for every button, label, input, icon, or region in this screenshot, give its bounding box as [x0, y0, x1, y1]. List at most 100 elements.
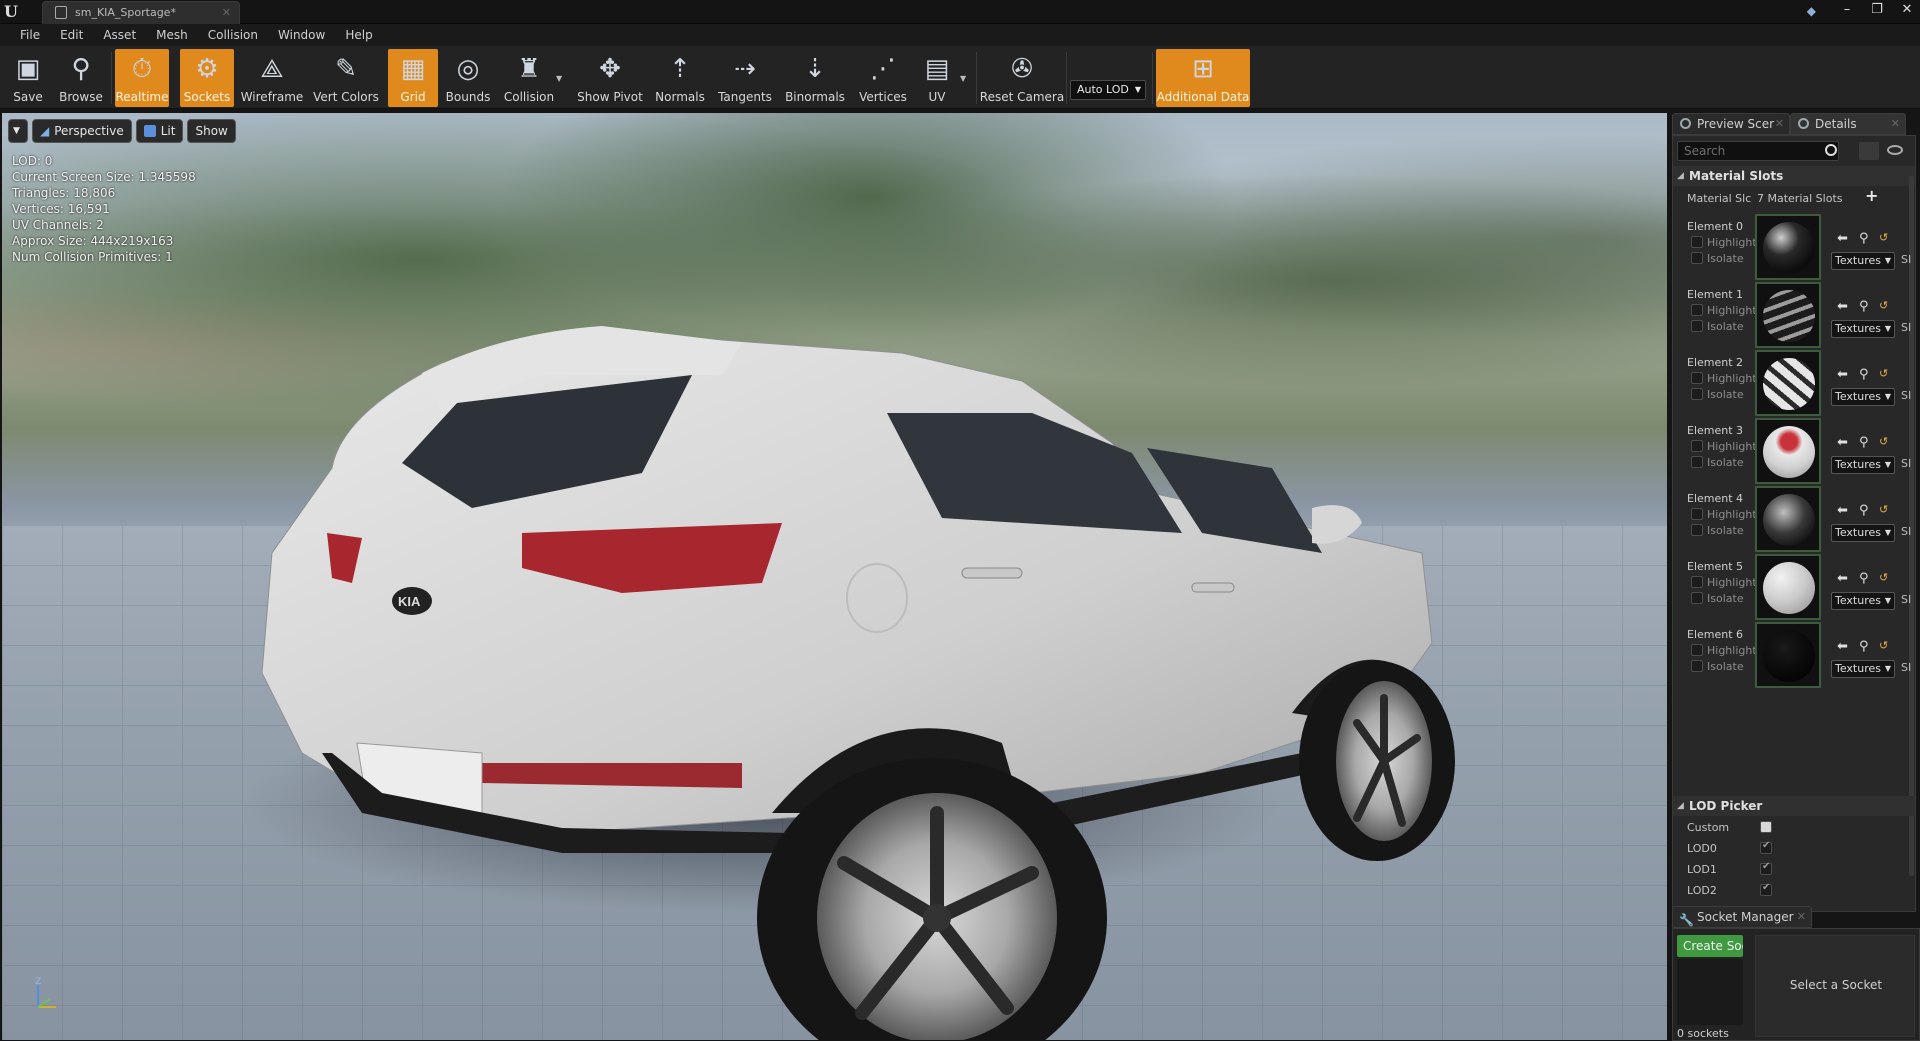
- lod2-checkbox[interactable]: ✔: [1760, 882, 1772, 896]
- auto-lod-dropdown[interactable]: Auto LOD ▼: [1070, 80, 1146, 100]
- close-tab-icon[interactable]: ✕: [1891, 114, 1900, 134]
- textures-dropdown[interactable]: Textures ▼: [1831, 524, 1895, 542]
- reset-arrow-icon[interactable]: ↺: [1879, 435, 1888, 448]
- realtime-button[interactable]: ⏱ Realtime: [115, 49, 169, 107]
- menu-edit[interactable]: Edit: [50, 24, 93, 46]
- viewport-options-dropdown[interactable]: ▼: [8, 119, 28, 143]
- textures-dropdown[interactable]: Textures ▼: [1831, 456, 1895, 474]
- use-selected-arrow-icon[interactable]: ⬅: [1837, 571, 1848, 586]
- material-thumbnail[interactable]: [1755, 350, 1821, 416]
- use-selected-arrow-icon[interactable]: ⬅: [1837, 299, 1848, 314]
- browse-search-icon[interactable]: ⚲: [1859, 571, 1869, 586]
- menu-file[interactable]: File: [10, 24, 50, 46]
- isolate-checkbox[interactable]: [1691, 320, 1703, 332]
- custom-lod-checkbox[interactable]: [1760, 821, 1772, 833]
- collision-button[interactable]: ♜ Collision: [500, 49, 558, 107]
- normals-button[interactable]: ⇡ Normals: [652, 49, 708, 107]
- reset-arrow-icon[interactable]: ↺: [1879, 503, 1888, 516]
- use-selected-arrow-icon[interactable]: ⬅: [1837, 231, 1848, 246]
- isolate-checkbox[interactable]: [1691, 660, 1703, 672]
- menu-window[interactable]: Window: [268, 24, 335, 46]
- additional-data-button[interactable]: ⊞ Additional Data: [1156, 49, 1250, 107]
- menu-collision[interactable]: Collision: [198, 24, 268, 46]
- material-thumbnail[interactable]: [1755, 622, 1821, 688]
- browse-search-icon[interactable]: ⚲: [1859, 639, 1869, 654]
- sockets-button[interactable]: ⚙ Sockets: [180, 49, 234, 107]
- menu-help[interactable]: Help: [335, 24, 382, 46]
- isolate-checkbox[interactable]: [1691, 388, 1703, 400]
- material-thumbnail[interactable]: [1755, 486, 1821, 552]
- textures-dropdown[interactable]: Textures ▼: [1831, 660, 1895, 678]
- binormals-button[interactable]: ⇣ Binormals: [782, 49, 848, 107]
- isolate-checkbox[interactable]: [1691, 592, 1703, 604]
- restore-icon[interactable]: ❐: [1870, 2, 1884, 17]
- mesh-viewport[interactable]: KIA ▼ ◢ Perspective Lit Show LOD: 0 Curr…: [2, 113, 1667, 1040]
- tab-socket-manager[interactable]: 🔧 Socket Manager ✕: [1672, 906, 1812, 928]
- use-selected-arrow-icon[interactable]: ⬅: [1837, 503, 1848, 518]
- tab-preview-scene[interactable]: Preview Scer ✕: [1672, 113, 1790, 135]
- textures-dropdown[interactable]: Textures ▼: [1831, 252, 1895, 270]
- close-tab-icon[interactable]: ✕: [1797, 907, 1806, 927]
- reset-arrow-icon[interactable]: ↺: [1879, 571, 1888, 584]
- add-material-slot-icon[interactable]: +: [1865, 186, 1878, 205]
- use-selected-arrow-icon[interactable]: ⬅: [1837, 367, 1848, 382]
- browse-search-icon[interactable]: ⚲: [1859, 367, 1869, 382]
- search-input[interactable]: Search: [1677, 141, 1839, 161]
- highlight-checkbox[interactable]: [1691, 644, 1703, 656]
- isolate-checkbox[interactable]: [1691, 252, 1703, 264]
- textures-dropdown[interactable]: Textures ▼: [1831, 388, 1895, 406]
- highlight-checkbox[interactable]: [1691, 508, 1703, 520]
- notification-icon[interactable]: ◆: [1807, 4, 1816, 18]
- material-thumbnail[interactable]: [1755, 554, 1821, 620]
- use-selected-arrow-icon[interactable]: ⬅: [1837, 639, 1848, 654]
- browse-search-icon[interactable]: ⚲: [1859, 299, 1869, 314]
- vert-colors-button[interactable]: ✎ Vert Colors: [312, 49, 380, 107]
- show-pivot-button[interactable]: ✥ Show Pivot: [576, 49, 644, 107]
- browse-search-icon[interactable]: ⚲: [1859, 503, 1869, 518]
- create-socket-button[interactable]: Create Socket: [1677, 935, 1743, 957]
- browse-search-icon[interactable]: ⚲: [1859, 435, 1869, 450]
- textures-dropdown[interactable]: Textures ▼: [1831, 592, 1895, 610]
- document-tab[interactable]: sm_KIA_Sportage* ✕: [42, 1, 240, 24]
- material-thumbnail[interactable]: [1755, 214, 1821, 280]
- lit-button[interactable]: Lit: [135, 119, 184, 143]
- uv-button[interactable]: ▤ UV: [916, 49, 958, 107]
- bounds-button[interactable]: ◎ Bounds: [443, 49, 493, 107]
- view-options-icon[interactable]: [1859, 142, 1879, 160]
- browse-search-icon[interactable]: ⚲: [1859, 231, 1869, 246]
- tab-details[interactable]: Details ✕: [1790, 113, 1906, 135]
- use-selected-arrow-icon[interactable]: ⬅: [1837, 435, 1848, 450]
- menu-asset[interactable]: Asset: [93, 24, 146, 46]
- lod-picker-header[interactable]: ◢ LOD Picker: [1673, 796, 1915, 816]
- close-tab-icon[interactable]: ✕: [222, 6, 231, 19]
- tangents-button[interactable]: ⇢ Tangents: [715, 49, 775, 107]
- close-window-icon[interactable]: ✕: [1900, 2, 1914, 17]
- show-button[interactable]: Show: [187, 119, 236, 143]
- highlight-checkbox[interactable]: [1691, 372, 1703, 384]
- vertices-button[interactable]: ⋰ Vertices: [855, 49, 911, 107]
- browse-button[interactable]: ⚲ Browse: [56, 49, 106, 107]
- reset-arrow-icon[interactable]: ↺: [1879, 367, 1888, 380]
- material-thumbnail[interactable]: [1755, 282, 1821, 348]
- isolate-checkbox[interactable]: [1691, 456, 1703, 468]
- highlight-checkbox[interactable]: [1691, 304, 1703, 316]
- grid-button[interactable]: ▦ Grid: [388, 49, 438, 107]
- close-tab-icon[interactable]: ✕: [1775, 114, 1784, 134]
- lod1-checkbox[interactable]: ✔: [1760, 861, 1772, 875]
- highlight-checkbox[interactable]: [1691, 440, 1703, 452]
- material-thumbnail[interactable]: [1755, 418, 1821, 484]
- reset-arrow-icon[interactable]: ↺: [1879, 639, 1888, 652]
- textures-dropdown[interactable]: Textures ▼: [1831, 320, 1895, 338]
- highlight-checkbox[interactable]: [1691, 236, 1703, 248]
- reset-camera-button[interactable]: ✇ Reset Camera: [980, 49, 1064, 107]
- isolate-checkbox[interactable]: [1691, 524, 1703, 536]
- uv-dropdown-icon[interactable]: ▼: [960, 74, 966, 83]
- lod0-checkbox[interactable]: ✔: [1760, 840, 1772, 854]
- save-button[interactable]: ▣ Save: [6, 49, 50, 107]
- reset-arrow-icon[interactable]: ↺: [1879, 231, 1888, 244]
- minimize-icon[interactable]: –: [1840, 2, 1854, 17]
- eye-icon[interactable]: [1887, 145, 1903, 155]
- socket-list[interactable]: [1677, 959, 1743, 1025]
- material-slots-header[interactable]: ◢ Material Slots: [1673, 166, 1915, 186]
- reset-arrow-icon[interactable]: ↺: [1879, 299, 1888, 312]
